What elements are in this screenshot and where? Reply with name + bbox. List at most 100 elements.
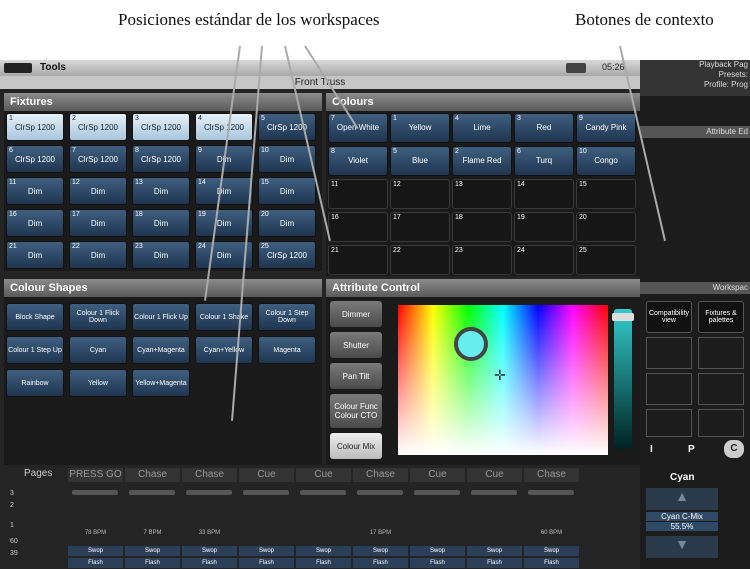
fixture-button[interactable]: 12 Dim [69, 177, 127, 205]
swop-button[interactable]: Swop [410, 546, 465, 556]
colour-palette-button[interactable]: 23 [452, 245, 512, 275]
colour-palette-button[interactable]: 11 [328, 179, 388, 209]
fader-bar[interactable] [414, 490, 460, 495]
tools-label[interactable]: Tools [40, 62, 66, 73]
fader-bar[interactable] [357, 490, 403, 495]
fixtures-palettes-button[interactable]: Fixtures & palettes [698, 301, 744, 333]
flash-button[interactable]: Flash [524, 558, 579, 568]
swop-button[interactable]: Swop [125, 546, 180, 556]
fixture-button[interactable]: 22 Dim [69, 241, 127, 269]
shape-button[interactable]: Cyan+Magenta [132, 336, 190, 364]
colour-palette-button[interactable]: 19 [514, 212, 574, 242]
fixture-button[interactable]: 19 Dim [195, 209, 253, 237]
colour-palette-button[interactable]: 4 Lime [452, 113, 512, 143]
colour-func-button[interactable]: Colour Func Colour CTO [330, 394, 382, 428]
fixture-button[interactable]: 14 Dim [195, 177, 253, 205]
fader-bar[interactable] [186, 490, 232, 495]
colour-palette-button[interactable]: 8 Violet [328, 146, 388, 176]
pan-tilt-button[interactable]: Pan Tilt [330, 363, 382, 389]
fixture-button[interactable]: 6 ClrSp 1200 [6, 145, 64, 173]
fixture-button[interactable]: 18 Dim [132, 209, 190, 237]
colour-palette-button[interactable]: 17 [390, 212, 450, 242]
fixture-button[interactable]: 15 Dim [258, 177, 316, 205]
shape-button[interactable]: Colour 1 Step Down [258, 303, 316, 331]
colour-palette-button[interactable]: 6 Turq [514, 146, 574, 176]
fixture-button[interactable]: 3 ClrSp 1200 [132, 113, 190, 141]
colour-slider[interactable] [612, 309, 634, 449]
shape-button[interactable]: Colour 1 Flick Up [132, 303, 190, 331]
colour-palette-button[interactable]: 14 [514, 179, 574, 209]
swop-button[interactable]: Swop [524, 546, 579, 556]
swop-button[interactable]: Swop [353, 546, 408, 556]
colour-palette-button[interactable]: 21 [328, 245, 388, 275]
colour-mix-button[interactable]: Colour Mix [330, 433, 382, 459]
fader-bar[interactable] [528, 490, 574, 495]
colour-palette-button[interactable]: 15 [576, 179, 636, 209]
fixture-button[interactable]: 5 ClrSp 1200 [258, 113, 316, 141]
tab-c[interactable]: C [724, 440, 744, 458]
shape-button[interactable]: Cyan [69, 336, 127, 364]
colour-palette-button[interactable]: 16 [328, 212, 388, 242]
fixture-button[interactable]: 7 ClrSp 1200 [69, 145, 127, 173]
dimmer-button[interactable]: Dimmer [330, 301, 382, 327]
fixture-button[interactable]: 16 Dim [6, 209, 64, 237]
colour-palette-button[interactable]: 1 Yellow [390, 113, 450, 143]
colour-palette-button[interactable]: 13 [452, 179, 512, 209]
fader-bar[interactable] [300, 490, 346, 495]
shape-button[interactable]: Magenta [258, 336, 316, 364]
page-number[interactable]: 60 [10, 538, 18, 545]
tab-p[interactable]: P [688, 444, 695, 455]
compat-view-button[interactable]: Compatibility view [646, 301, 692, 333]
flash-button[interactable]: Flash [68, 558, 123, 568]
shape-button[interactable]: Rainbow [6, 369, 64, 397]
colour-palette-button[interactable]: 12 [390, 179, 450, 209]
page-number[interactable]: 2 [10, 502, 14, 509]
swop-button[interactable]: Swop [68, 546, 123, 556]
down-button[interactable]: ▼ [646, 536, 718, 558]
fixture-button[interactable]: 17 Dim [69, 209, 127, 237]
shape-button[interactable]: Cyan+Yellow [195, 336, 253, 364]
colour-palette-button[interactable]: 9 Candy Pink [576, 113, 636, 143]
colour-palette-button[interactable]: 25 [576, 245, 636, 275]
flash-button[interactable]: Flash [239, 558, 294, 568]
fixture-button[interactable]: 4 ClrSp 1200 [195, 113, 253, 141]
picker-handle[interactable] [454, 327, 488, 361]
colour-palette-button[interactable]: 3 Red [514, 113, 574, 143]
swop-button[interactable]: Swop [239, 546, 294, 556]
fixture-button[interactable]: 11 Dim [6, 177, 64, 205]
fader-bar[interactable] [72, 490, 118, 495]
fixture-button[interactable]: 8 ClrSp 1200 [132, 145, 190, 173]
shape-button[interactable]: Yellow+Magenta [132, 369, 190, 397]
fixture-button[interactable]: 21 Dim [6, 241, 64, 269]
page-number[interactable]: 3 [10, 490, 14, 497]
swop-button[interactable]: Swop [182, 546, 237, 556]
flash-button[interactable]: Flash [353, 558, 408, 568]
fader-bar[interactable] [129, 490, 175, 495]
shape-button[interactable]: Yellow [69, 369, 127, 397]
colour-palette-button[interactable]: 10 Congo [576, 146, 636, 176]
colour-palette-button[interactable]: 2 Flame Red [452, 146, 512, 176]
fixture-button[interactable]: 13 Dim [132, 177, 190, 205]
fader-bar[interactable] [471, 490, 517, 495]
flash-button[interactable]: Flash [125, 558, 180, 568]
shape-button[interactable]: Colour 1 Shake [195, 303, 253, 331]
flash-button[interactable]: Flash [410, 558, 465, 568]
up-button[interactable]: ▲ [646, 488, 718, 510]
colour-palette-button[interactable]: 18 [452, 212, 512, 242]
flash-button[interactable]: Flash [467, 558, 522, 568]
swop-button[interactable]: Swop [467, 546, 522, 556]
fixture-button[interactable]: 20 Dim [258, 209, 316, 237]
colour-palette-button[interactable]: 24 [514, 245, 574, 275]
shape-button[interactable]: Colour 1 Step Up [6, 336, 64, 364]
shutter-button[interactable]: Shutter [330, 332, 382, 358]
shape-button[interactable]: Block Shape [6, 303, 64, 331]
fixture-button[interactable]: 1 ClrSp 1200 [6, 113, 64, 141]
fixture-button[interactable]: 25 ClrSp 1200 [258, 241, 316, 269]
colour-palette-button[interactable]: 22 [390, 245, 450, 275]
flash-button[interactable]: Flash [296, 558, 351, 568]
colour-palette-button[interactable]: 5 Blue [390, 146, 450, 176]
shape-button[interactable]: Colour 1 Flick Down [69, 303, 127, 331]
colour-picker[interactable]: ✛ [398, 305, 608, 455]
page-number[interactable]: 1 [10, 522, 14, 529]
page-number[interactable]: 39 [10, 550, 18, 557]
